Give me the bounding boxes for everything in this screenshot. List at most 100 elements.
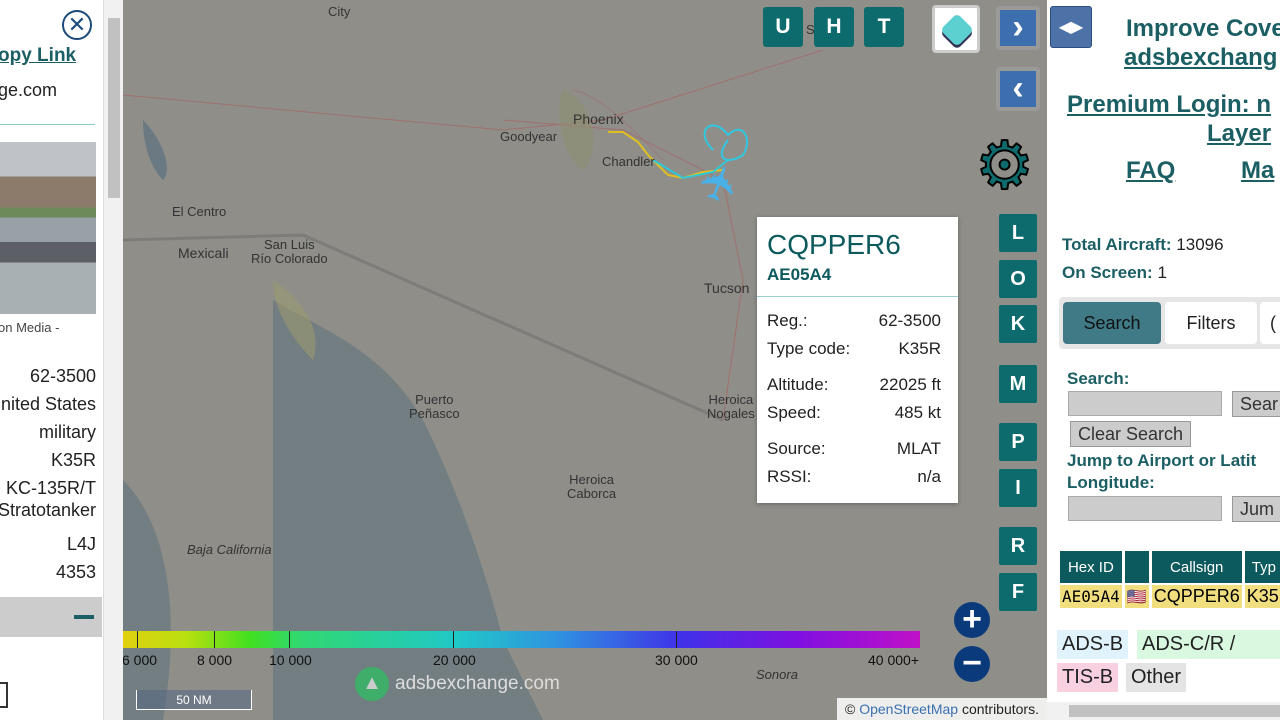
- tab-other[interactable]: (: [1260, 302, 1280, 344]
- legend-label: 6 000: [123, 652, 158, 668]
- type-code-value: K35R: [50, 450, 96, 470]
- value: 485 kt: [894, 403, 941, 422]
- popup-callsign: CQPPER6: [767, 229, 901, 260]
- next-button[interactable]: ›: [996, 6, 1040, 50]
- popup-row-speed: Speed: 485 kt: [767, 403, 941, 423]
- us-flag-icon: 🇺🇸: [1124, 585, 1149, 608]
- legend-label: 30 000: [655, 652, 698, 668]
- expand-sidebar-button[interactable]: ◀▶: [1050, 6, 1092, 48]
- toggle-p-button[interactable]: P: [999, 423, 1037, 461]
- toggle-m-button[interactable]: M: [999, 365, 1037, 403]
- map-label: Mexicali: [178, 245, 229, 261]
- tab-filters[interactable]: Filters: [1165, 302, 1257, 344]
- toggle-o-button[interactable]: O: [999, 260, 1037, 298]
- layers-button[interactable]: [932, 5, 980, 53]
- aircraft-popup[interactable]: CQPPER6 AE05A4 Reg.: 62-3500 Type code: K3…: [757, 217, 958, 503]
- popup-row-reg: Reg.: 62-3500: [767, 311, 941, 331]
- osm-link[interactable]: OpenStreetMap: [859, 701, 958, 717]
- legend-label: 10 000: [269, 652, 312, 668]
- layers-icon: [940, 13, 974, 47]
- divider: [757, 296, 958, 297]
- close-icon[interactable]: ✕: [62, 10, 92, 40]
- map[interactable]: City Show Phoenix Goodyear Chandler El C…: [123, 0, 1047, 720]
- label: Total Aircraft:: [1062, 235, 1172, 254]
- horizontal-scrollbar[interactable]: [1047, 702, 1280, 720]
- jump-input[interactable]: [1068, 496, 1222, 521]
- map-label: Goodyear: [500, 129, 558, 144]
- divider: [0, 124, 95, 125]
- toggle-f-button[interactable]: F: [999, 573, 1037, 611]
- type-name-value-2: Stratotanker: [0, 500, 96, 520]
- aircraft-photo[interactable]: [0, 142, 96, 314]
- toggle-i-button[interactable]: I: [999, 469, 1037, 507]
- value: 22025 ft: [879, 375, 941, 394]
- value: 1: [1157, 263, 1167, 282]
- label: Reg.:: [767, 311, 808, 330]
- map-label: Sonora: [756, 667, 798, 682]
- collapse-section[interactable]: [0, 597, 102, 637]
- scrollbar-thumb[interactable]: [108, 18, 120, 198]
- squawk-value: 4353: [55, 562, 96, 582]
- popup-hex: AE05A4: [767, 265, 832, 284]
- toggle-h-button[interactable]: H: [814, 7, 854, 47]
- type-name-value: KC-135R/T: [5, 478, 96, 498]
- legend-label: 40 000+: [868, 652, 919, 668]
- scrollbar[interactable]: [103, 0, 123, 720]
- popup-row-altitude: Altitude: 22025 ft: [767, 375, 941, 395]
- registration-value: 62-3500: [29, 366, 96, 386]
- legend-tick: [289, 631, 290, 648]
- legend-tisb: TIS-B: [1057, 663, 1119, 692]
- toggle-r-button[interactable]: R: [999, 527, 1037, 565]
- scale-bar: 50 NM: [136, 690, 252, 710]
- zoom-out-button[interactable]: −: [954, 646, 990, 682]
- minus-icon: [74, 615, 94, 619]
- aircraft-detail-panel: ✕ opy Link ge.com on Media - 62-3500 nit…: [0, 0, 123, 720]
- legend-other: Other: [1126, 663, 1187, 692]
- col-hex-id[interactable]: Hex ID: [1060, 551, 1122, 583]
- legend-tick: [676, 631, 677, 648]
- legend-label: 8 000: [197, 652, 233, 668]
- scrollbar-thumb[interactable]: [1069, 705, 1280, 717]
- toggle-t-button[interactable]: T: [864, 7, 904, 47]
- map-label: Puerto Peñasco: [409, 392, 460, 421]
- map-label: Baja California: [187, 542, 272, 557]
- watermark-text: adsbexchange.com: [395, 673, 560, 694]
- type-cell: K35: [1244, 585, 1280, 608]
- faq-link[interactable]: FAQ: [1126, 157, 1175, 185]
- map-label: Heroica Caborca: [567, 472, 617, 501]
- adsbx-logo-icon: ▲: [355, 667, 389, 701]
- col-type[interactable]: Typ: [1244, 551, 1280, 583]
- premium-login-link[interactable]: Premium Login: n: [1067, 91, 1271, 119]
- prev-button[interactable]: ‹: [996, 67, 1040, 111]
- jump-label: Jump to Airport or Latit Longitude:: [1067, 451, 1257, 492]
- col-flag[interactable]: [1124, 551, 1149, 583]
- premium-layer-link[interactable]: Layer: [1207, 120, 1271, 148]
- tab-bar: Search Filters (: [1059, 297, 1280, 349]
- search-button[interactable]: Sear: [1232, 391, 1280, 417]
- value: MLAT: [896, 439, 941, 458]
- copy-link[interactable]: opy Link: [0, 45, 76, 67]
- map-link[interactable]: Ma: [1241, 157, 1274, 185]
- legend-adsb: ADS-B: [1057, 630, 1129, 659]
- attribution-text: contributors.: [958, 701, 1039, 717]
- popup-row-type: Type code: K35R: [767, 339, 941, 359]
- toggle-u-button[interactable]: U: [763, 7, 803, 47]
- toggle-l-button[interactable]: L: [999, 214, 1037, 252]
- map-label: Chandler: [602, 154, 655, 169]
- adsbexchange-link[interactable]: adsbexchang: [1124, 44, 1277, 72]
- toggle-k-button[interactable]: K: [999, 305, 1037, 343]
- map-label: Tucson: [704, 280, 750, 296]
- jump-button[interactable]: Jum: [1232, 496, 1280, 522]
- zoom-in-button[interactable]: +: [954, 602, 990, 638]
- table-header: Hex ID Callsign Typ: [1060, 551, 1280, 583]
- table-row[interactable]: AE05A4 🇺🇸 CQPPER6 K35: [1060, 585, 1280, 608]
- chevron-left-icon: ‹: [1012, 69, 1024, 107]
- settings-gear-icon[interactable]: ⚙: [974, 129, 1035, 201]
- search-input[interactable]: [1068, 391, 1222, 416]
- search-label: Search:: [1067, 369, 1130, 388]
- tab-search[interactable]: Search: [1063, 302, 1161, 344]
- checkbox[interactable]: [0, 682, 8, 708]
- clear-search-button[interactable]: Clear Search: [1070, 421, 1192, 447]
- col-callsign[interactable]: Callsign: [1151, 551, 1242, 583]
- popup-row-source: Source: MLAT: [767, 439, 941, 459]
